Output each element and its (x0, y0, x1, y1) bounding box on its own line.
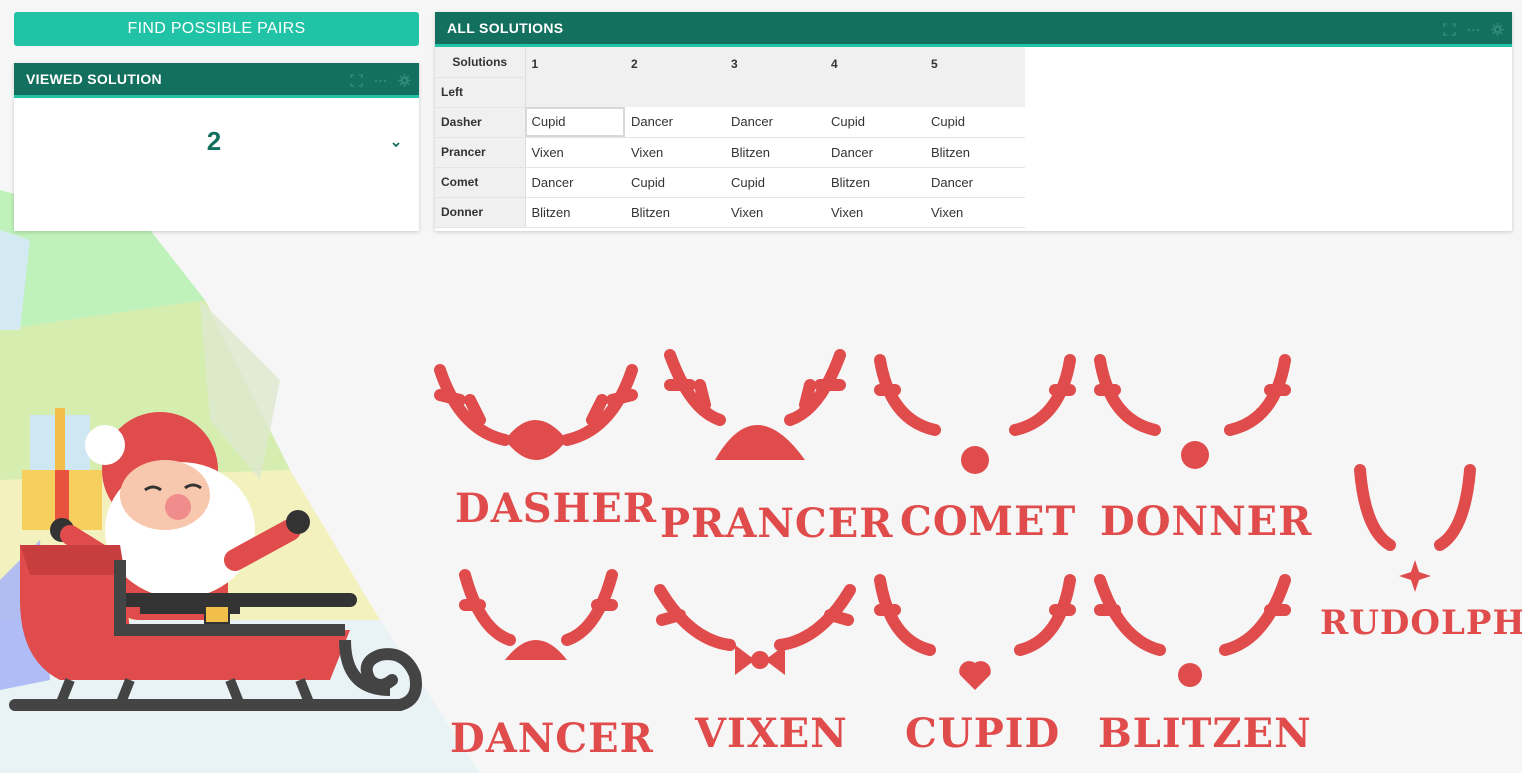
all-solutions-title: ALL SOLUTIONS (447, 20, 564, 36)
all-solutions-header: ALL SOLUTIONS (435, 12, 1512, 47)
table-cell[interactable]: Cupid (925, 107, 1025, 138)
table-cell[interactable]: Vixen (825, 197, 925, 228)
table-column-header: 4 (825, 47, 925, 77)
table-cell[interactable]: Cupid (725, 167, 825, 198)
table-left-row: Left (435, 77, 1025, 108)
viewed-solution-header: VIEWED SOLUTION (14, 63, 419, 98)
table-column-header: 2 (625, 47, 725, 77)
gear-icon[interactable] (1490, 22, 1504, 36)
expand-icon[interactable] (1442, 22, 1456, 36)
table-cell[interactable]: Dancer (725, 107, 825, 138)
table-row-label: Dasher (435, 107, 526, 138)
table-row: Donner Blitzen Blitzen Vixen Vixen Vixen (435, 197, 1025, 228)
table-cell[interactable]: Blitzen (825, 167, 925, 198)
reindeer-label-vixen: VIXEN (695, 710, 848, 757)
reindeer-label-donner: DONNER (1100, 498, 1313, 545)
panel-toolbar (1442, 22, 1504, 36)
reindeer-label-prancer: PRANCER (660, 500, 894, 547)
reindeer-label-comet: COMET (900, 498, 1077, 545)
table-header-row: Solutions 1 2 3 4 5 (435, 47, 1025, 78)
reindeer-label-dasher: DASHER (455, 485, 658, 532)
table-cell[interactable]: Blitzen (625, 197, 725, 228)
table-corner-label: Solutions (435, 47, 526, 78)
table-cell[interactable]: Blitzen (925, 137, 1025, 168)
table-column-header: 1 (525, 47, 625, 77)
table-column-header: 5 (925, 47, 1025, 77)
table-left-spacer (525, 77, 1025, 107)
table-row: Prancer Vixen Vixen Blitzen Dancer Blitz… (435, 137, 1025, 168)
panel-toolbar (349, 73, 411, 87)
all-solutions-panel: ALL SOLUTIONS Solutions 1 2 3 4 5 Left D… (435, 12, 1512, 231)
table-cell[interactable]: Vixen (625, 137, 725, 168)
gear-icon[interactable] (397, 73, 411, 87)
table-cell[interactable]: Dancer (825, 137, 925, 168)
more-icon[interactable] (1466, 22, 1480, 36)
table-row-label: Prancer (435, 137, 526, 168)
viewed-solution-panel: VIEWED SOLUTION 2 (14, 63, 419, 231)
table-cell[interactable]: Cupid (825, 107, 925, 138)
table-cell[interactable]: Dancer (625, 107, 725, 138)
reindeer-label-blitzen: BLITZEN (1098, 710, 1312, 757)
table-row-label: Comet (435, 167, 526, 198)
table-cell[interactable]: Vixen (525, 137, 625, 168)
reindeer-label-rudolph: RUDOLPH (1320, 603, 1522, 643)
reindeer-label-dancer: DANCER (450, 715, 654, 762)
more-icon[interactable] (373, 73, 387, 87)
table-cell[interactable]: Vixen (725, 197, 825, 228)
viewed-solution-body: 2 (14, 98, 419, 228)
table-row: Dasher Cupid Dancer Dancer Cupid Cupid (435, 107, 1025, 138)
table-row: Comet Dancer Cupid Cupid Blitzen Dancer (435, 167, 1025, 198)
table-cell[interactable]: Cupid (525, 107, 625, 138)
table-cell[interactable]: Dancer (925, 167, 1025, 198)
table-cell[interactable]: Blitzen (525, 197, 625, 228)
table-column-header: 3 (725, 47, 825, 77)
table-cell[interactable]: Dancer (525, 167, 625, 198)
viewed-solution-select[interactable]: 2 (14, 126, 414, 157)
table-row-label: Donner (435, 197, 526, 228)
solutions-table: Solutions 1 2 3 4 5 Left Dasher Cupid Da… (435, 47, 1025, 228)
chevron-down-icon[interactable] (391, 136, 401, 154)
reindeer-label-cupid: CUPID (905, 710, 1061, 757)
table-cell[interactable]: Blitzen (725, 137, 825, 168)
table-left-label: Left (435, 77, 526, 108)
table-cell[interactable]: Vixen (925, 197, 1025, 228)
table-cell[interactable]: Cupid (625, 167, 725, 198)
expand-icon[interactable] (349, 73, 363, 87)
viewed-solution-title: VIEWED SOLUTION (26, 71, 162, 87)
find-possible-pairs-button[interactable]: FIND POSSIBLE PAIRS (14, 12, 419, 46)
